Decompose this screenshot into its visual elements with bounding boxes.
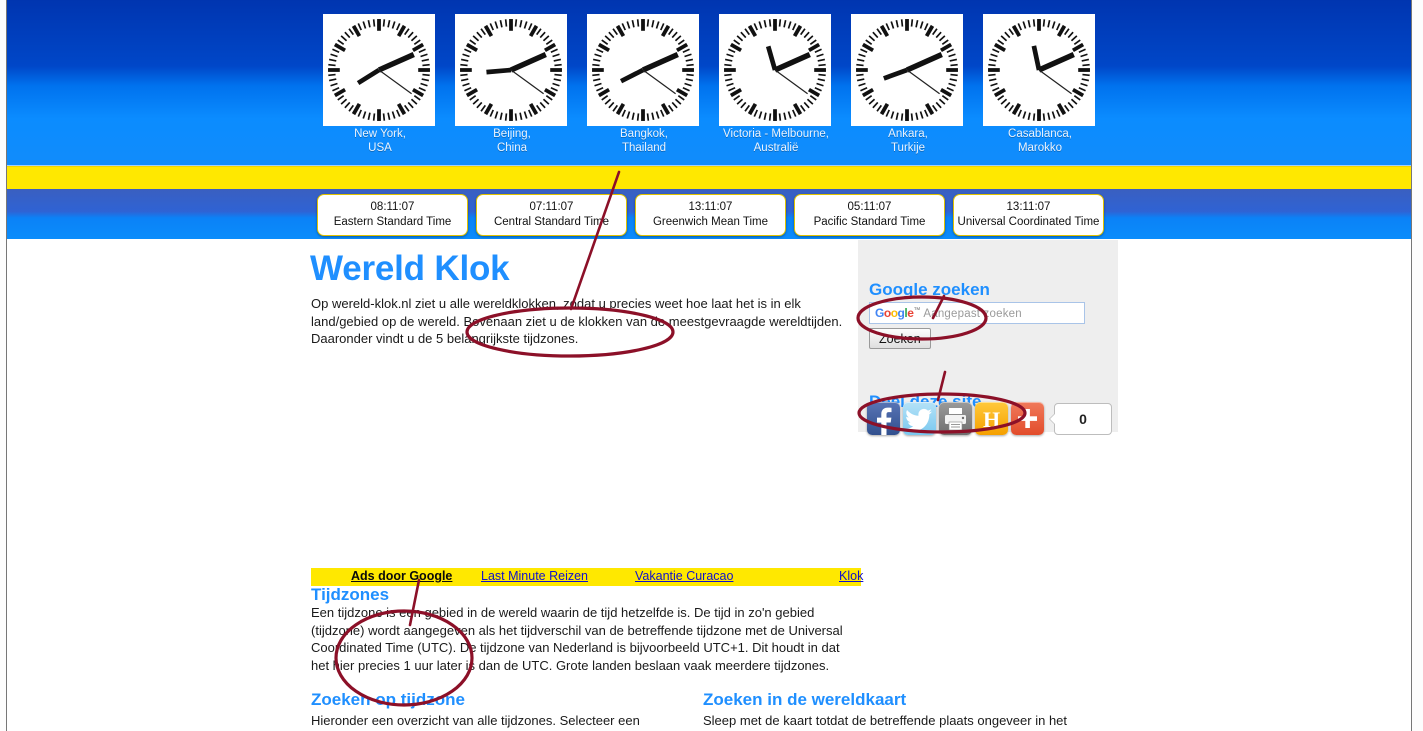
clock-label-5: Casablanca, Marokko [983, 128, 1097, 155]
print-icon[interactable] [939, 402, 972, 435]
intro-paragraph: Op wereld-klok.nl ziet u alle wereldklok… [311, 296, 843, 346]
header-banner: New York, USA Beijing, China Bangkok, Thailan… [6, 0, 1411, 166]
clock-country: Marokko [1017, 141, 1063, 154]
timezone-time: 13:11:07 [1006, 201, 1051, 213]
page-right-gutter [1411, 0, 1423, 731]
clock-cell-3: Victoria - Melbourne, Australië [719, 14, 833, 155]
timezone-summary-bar: 08:11:07 Eastern Standard Time 07:11:07 Cen… [6, 189, 1411, 239]
clock-city: New York, [354, 128, 406, 140]
search-by-timezone-heading: Zoeken op tijdzone [311, 690, 465, 709]
clock-label-2: Bangkok, Thailand [587, 128, 701, 155]
google-logo: Google [875, 306, 914, 320]
clock-city: Ankara, [888, 128, 928, 140]
clock-label-1: Beijing, China [455, 128, 569, 155]
search-by-timezone-section: Zoeken op tijdzone Hieronder een overzic… [311, 690, 701, 731]
clock-cell-1: Beijing, China [455, 14, 569, 155]
timezone-time: 07:11:07 [529, 201, 574, 213]
clock-label-0: New York, USA [323, 128, 437, 155]
timezone-box-3[interactable]: 05:11:07 Pacific Standard Time [794, 194, 945, 236]
clock-country: Turkije [890, 141, 926, 154]
hyves-icon[interactable]: H [975, 402, 1008, 435]
clock-cell-5: Casablanca, Marokko [983, 14, 1097, 155]
svg-text:H: H [983, 407, 1000, 432]
clock-country: Thailand [621, 141, 667, 154]
ad-link-2[interactable]: Vakantie Curacao [635, 569, 733, 583]
clock-label-4: Ankara, Turkije [851, 128, 965, 155]
analog-clock-icon [323, 14, 435, 126]
search-in-map-section: Zoeken in de wereldkaart Sleep met de ka… [703, 690, 1121, 731]
plus-glyph [1018, 409, 1037, 428]
share-count-badge: 0 [1049, 402, 1112, 435]
clock-label-3: Victoria - Melbourne, Australië [719, 128, 833, 155]
timezone-box-1[interactable]: 07:11:07 Central Standard Time [476, 194, 627, 236]
ad-link-1[interactable]: Last Minute Reizen [481, 569, 588, 583]
hyves-glyph: H [983, 407, 1000, 432]
timezone-name: Greenwich Mean Time [652, 216, 769, 228]
timezone-name: Pacific Standard Time [813, 216, 926, 228]
browser-page: New York, USA Beijing, China Bangkok, Thailan… [0, 0, 1423, 731]
clock-city: Beijing, [493, 128, 531, 140]
clock-cell-4: Ankara, Turkije [851, 14, 965, 155]
page-title: Wereld Klok [310, 249, 510, 288]
timezone-time: 13:11:07 [688, 201, 733, 213]
timezone-box-4[interactable]: 13:11:07 Universal Coordinated Time [953, 194, 1104, 236]
page-content: Wereld Klok Op wereld-klok.nl ziet u all… [6, 240, 1411, 731]
timezone-box-2[interactable]: 13:11:07 Greenwich Mean Time [635, 194, 786, 236]
clock-city: Bangkok, [620, 128, 668, 140]
timezone-name: Eastern Standard Time [333, 216, 452, 228]
twitter-glyph [905, 408, 932, 432]
addthis-icon[interactable] [1011, 402, 1044, 435]
twitter-icon[interactable] [903, 402, 936, 435]
printer-glyph [945, 408, 966, 431]
world-clock-row: New York, USA Beijing, China Bangkok, Thailan… [6, 0, 1411, 165]
clock-city: Casablanca, [1008, 128, 1072, 140]
clock-country: Australië [753, 141, 799, 154]
clock-city: Victoria - Melbourne, [723, 128, 829, 140]
google-ads-bar: Ads door Google Last Minute Reizen Vakan… [311, 568, 863, 586]
analog-clock-icon [455, 14, 567, 126]
tijdzones-body: Een tijdzone is een gebied in de wereld … [311, 605, 843, 673]
search-in-map-heading: Zoeken in de wereldkaart [703, 690, 907, 709]
analog-clock-icon [983, 14, 1095, 126]
clock-country: China [496, 141, 528, 154]
timezone-name: Central Standard Time [493, 216, 610, 228]
google-search-heading: Google zoeken [869, 280, 990, 300]
google-zoeken-button[interactable]: Zoeken [869, 328, 931, 349]
ads-by-google-label[interactable]: Ads door Google [351, 569, 452, 583]
right-sidebar: Google zoeken Google™ Aangepast zoeken Z… [858, 240, 1118, 435]
timezone-box-0[interactable]: 08:11:07 Eastern Standard Time [317, 194, 468, 236]
yellow-divider-strip [6, 166, 1411, 190]
analog-clock-icon [587, 14, 699, 126]
facebook-icon[interactable] [867, 402, 900, 435]
analog-clock-icon [719, 14, 831, 126]
timezone-name: Universal Coordinated Time [957, 216, 1100, 228]
search-by-timezone-body: Hieronder een overzicht van alle tijdzon… [311, 713, 651, 731]
clock-cell-0: New York, USA [323, 14, 437, 155]
ad-link-3[interactable]: Klok [839, 569, 863, 583]
search-in-map-body: Sleep met de kaart totdat de betreffende… [703, 713, 1068, 731]
timezone-time: 08:11:07 [370, 201, 415, 213]
facebook-glyph [877, 407, 892, 435]
share-buttons-row: H 0 [867, 402, 1112, 435]
page-left-gutter [0, 0, 7, 731]
analog-clock-icon [851, 14, 963, 126]
clock-cell-2: Bangkok, Thailand [587, 14, 701, 155]
tijdzones-heading: Tijdzones [311, 585, 390, 604]
google-search-input[interactable]: Google™ Aangepast zoeken [869, 302, 1085, 324]
google-search-placeholder: Google™ Aangepast zoeken [875, 306, 1022, 320]
clock-country: USA [368, 141, 392, 154]
timezone-time: 05:11:07 [847, 201, 892, 213]
google-placeholder-text: Aangepast zoeken [923, 308, 1022, 320]
